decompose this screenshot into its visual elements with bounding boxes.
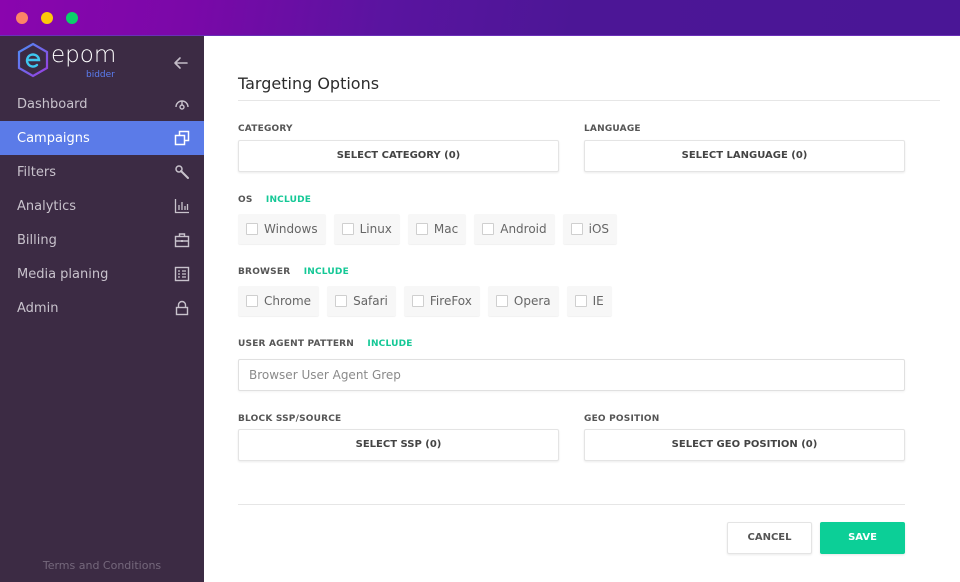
checkbox[interactable]: [335, 295, 348, 307]
window-maximize-button[interactable]: [66, 12, 78, 24]
main-content: Targeting Options CATEGORY SELECT CATEGO…: [204, 36, 960, 582]
sidebar-item-label: Campaigns: [17, 130, 90, 146]
sidebar-item-media-planing[interactable]: Media planing: [0, 257, 204, 291]
browser-option-ie[interactable]: IE: [566, 286, 612, 316]
browser-option-opera[interactable]: Opera: [487, 286, 559, 316]
browser-option-safari[interactable]: Safari: [327, 286, 396, 316]
sidebar-item-campaigns[interactable]: Campaigns: [0, 121, 204, 155]
sidebar-item-label: Admin: [17, 300, 59, 316]
category-label-text: CATEGORY: [238, 124, 293, 134]
browser-label-text: BROWSER: [238, 267, 291, 277]
checkbox[interactable]: [495, 295, 508, 307]
checkbox[interactable]: [482, 223, 495, 235]
sidebar-item-dashboard[interactable]: Dashboard: [0, 87, 204, 121]
wrench-icon: [174, 164, 190, 180]
option-label: Mac: [433, 222, 459, 236]
user-agent-include-toggle[interactable]: INCLUDE: [367, 339, 412, 349]
sidebar-item-label: Dashboard: [17, 96, 88, 112]
option-label: IE: [592, 294, 604, 308]
os-label-text: OS: [238, 195, 253, 205]
logo-word: epom: [51, 42, 117, 68]
arrow-left-icon: [174, 57, 188, 69]
select-ssp-button[interactable]: SELECT SSP (0): [238, 429, 559, 461]
sidebar-item-label: Billing: [17, 232, 57, 248]
option-label: FireFox: [429, 294, 472, 308]
checkbox[interactable]: [411, 295, 424, 307]
checkbox[interactable]: [574, 295, 587, 307]
checkbox[interactable]: [415, 223, 428, 235]
checkbox[interactable]: [570, 223, 583, 235]
footer-divider: [238, 504, 905, 505]
option-label: Windows: [264, 222, 318, 236]
checkbox[interactable]: [246, 295, 258, 307]
page-title: Targeting Options: [238, 74, 380, 93]
category-label: CATEGORY: [238, 124, 293, 134]
os-option-windows[interactable]: Windows: [238, 214, 326, 244]
window-close-button[interactable]: [16, 12, 28, 24]
option-label: iOS: [588, 222, 610, 236]
option-label: Safari: [353, 294, 388, 308]
terms-and-conditions-link[interactable]: Terms and Conditions: [0, 559, 204, 572]
browser-options: Chrome Safari FireFox Opera IE: [238, 286, 620, 316]
list-icon: [174, 266, 190, 282]
save-button[interactable]: SAVE: [820, 522, 905, 554]
sidebar-item-label: Media planing: [17, 266, 109, 282]
lock-icon: [174, 300, 190, 316]
briefcase-icon: [174, 232, 190, 248]
select-category-button[interactable]: SELECT CATEGORY (0): [238, 140, 559, 172]
geo-position-label: GEO POSITION: [584, 414, 659, 424]
sidebar-item-label: Filters: [17, 164, 56, 180]
logo-subtitle: bidder: [86, 70, 115, 80]
browser-option-firefox[interactable]: FireFox: [403, 286, 480, 316]
logo[interactable]: epom bidder: [16, 42, 136, 82]
sidebar-item-billing[interactable]: Billing: [0, 223, 204, 257]
hexagon-e-logo-icon: [17, 42, 49, 78]
checkbox[interactable]: [341, 223, 354, 235]
user-agent-label-text: USER AGENT PATTERN: [238, 339, 355, 349]
copy-windows-icon: [174, 130, 190, 146]
cancel-button[interactable]: CANCEL: [727, 522, 812, 554]
sidebar-item-label: Analytics: [17, 198, 77, 214]
window-minimize-button[interactable]: [41, 12, 53, 24]
os-options: Windows Linux Mac Android iOS: [238, 214, 625, 244]
user-agent-pattern-input[interactable]: [238, 359, 905, 391]
os-option-ios[interactable]: iOS: [562, 214, 618, 244]
geo-position-label-text: GEO POSITION: [584, 414, 660, 424]
browser-label: BROWSER INCLUDE: [238, 267, 349, 277]
os-option-linux[interactable]: Linux: [333, 214, 400, 244]
bar-chart-icon: [174, 198, 190, 214]
select-language-button[interactable]: SELECT LANGUAGE (0): [584, 140, 905, 172]
os-label: OS INCLUDE: [238, 195, 311, 205]
option-label: Chrome: [264, 294, 312, 308]
language-label-text: LANGUAGE: [584, 124, 641, 134]
block-ssp-label: BLOCK SSP/SOURCE: [238, 414, 341, 424]
block-ssp-label-text: BLOCK SSP/SOURCE: [238, 414, 342, 424]
option-label: Opera: [513, 294, 551, 308]
option-label: Linux: [359, 222, 392, 236]
sidebar-item-admin[interactable]: Admin: [0, 291, 204, 325]
browser-option-chrome[interactable]: Chrome: [238, 286, 320, 316]
option-label: Android: [500, 222, 547, 236]
user-agent-label: USER AGENT PATTERN INCLUDE: [238, 339, 413, 349]
language-label: LANGUAGE: [584, 124, 641, 134]
sidebar-item-analytics[interactable]: Analytics: [0, 189, 204, 223]
gauge-icon: [174, 96, 190, 112]
sidebar-item-filters[interactable]: Filters: [0, 155, 204, 189]
checkbox[interactable]: [246, 223, 258, 235]
browser-include-toggle[interactable]: INCLUDE: [304, 267, 349, 277]
window-titlebar: [0, 0, 960, 36]
collapse-sidebar-button[interactable]: [170, 52, 192, 74]
os-option-android[interactable]: Android: [474, 214, 555, 244]
sidebar-nav: Dashboard Campaigns Filters Analytics Bi…: [0, 87, 204, 325]
os-include-toggle[interactable]: INCLUDE: [266, 195, 311, 205]
select-geo-position-button[interactable]: SELECT GEO POSITION (0): [584, 429, 905, 461]
title-divider: [238, 100, 940, 101]
sidebar: epom bidder Dashboard Campaigns Filters: [0, 36, 204, 582]
os-option-mac[interactable]: Mac: [407, 214, 467, 244]
